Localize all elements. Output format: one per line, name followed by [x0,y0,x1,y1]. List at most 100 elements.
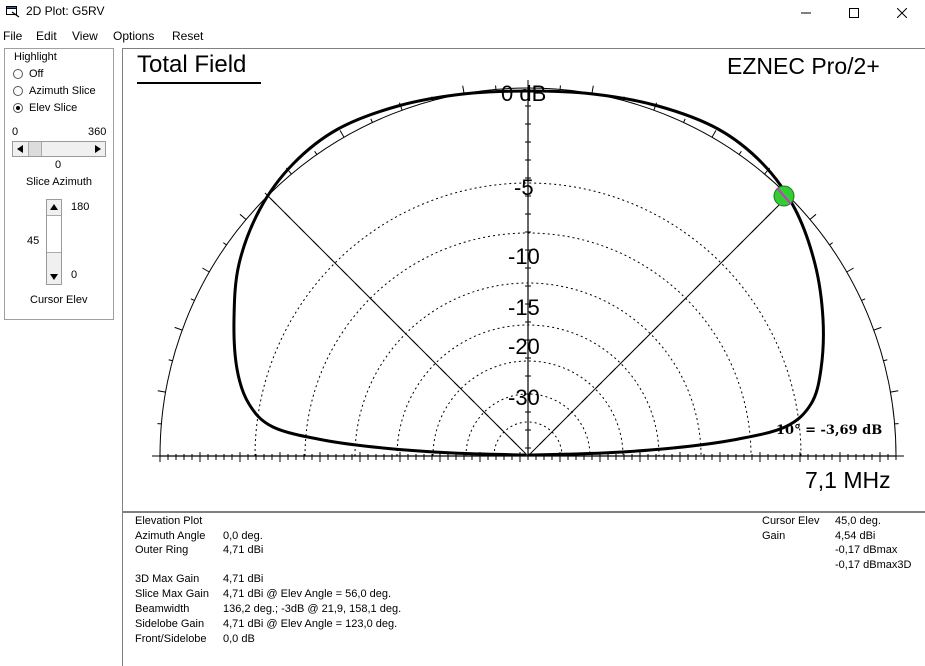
radio-azimuth-label: Azimuth Slice [29,85,96,97]
spoke-tick [397,325,404,332]
spoke-tick [298,226,305,233]
spoke-tick [383,311,390,318]
spoke-tick [581,396,588,403]
info-value-front-sidelobe: 0,0 dB [223,633,255,645]
slice-azimuth-min: 0 [12,126,19,138]
spoke-tick [510,438,518,446]
arrow-up-icon [50,204,58,210]
slice-azimuth-scrollbar[interactable] [12,141,106,157]
outer-tick [883,359,888,362]
outer-tick [711,130,717,138]
spoke-tick [468,396,475,403]
info-label-outer-ring: Outer Ring [135,544,189,556]
radio-off[interactable]: Off [13,67,43,81]
plot-spoke [527,195,789,457]
spoke-tick [609,367,617,375]
outer-tick [222,242,227,246]
spoke-tick [567,410,574,417]
radio-azimuth-circle[interactable] [13,86,23,96]
spoke-tick [369,297,376,304]
outer-tick [239,213,247,220]
spoke-tick [666,311,673,318]
spoke-tick [623,353,631,361]
spoke-tick [312,240,320,248]
spoke-tick [722,254,730,262]
cursor-elev-bottom: 0 [71,269,78,281]
info-value-outer-ring: 4,71 dBi [223,544,264,556]
outer-tick [190,298,195,301]
plot-area: Total Field EZNEC Pro/2+ 0 dB -5 -10 -15… [122,48,925,666]
spoke-tick [765,212,772,219]
radio-elev-label: Elev Slice [29,102,78,114]
close-icon [897,8,907,18]
info-value-azimuth-angle: 0,0 deg. [223,530,263,542]
info-label-sidelobe-gain: Sidelobe Gain [135,618,205,630]
cursor-elev-label: Cursor Elev [30,294,88,306]
ring-label-10: -10 [508,244,540,269]
radio-elev-slice[interactable]: Elev Slice [13,101,77,115]
scroll-left-button[interactable] [13,142,27,156]
info-label-cursor-elev: Cursor Elev [762,515,820,527]
menu-reset[interactable]: Reset [172,29,203,43]
menu-options[interactable]: Options [113,29,154,43]
ring-label-30: -30 [508,385,540,410]
close-button[interactable] [879,0,925,26]
spoke-tick [482,410,489,417]
menu-file[interactable]: File [3,29,22,43]
highlight-legend: Highlight [13,51,58,63]
frequency-label: 7,1 MHz [805,467,891,493]
spoke-tick [553,424,560,431]
spoke-tick [637,339,645,347]
spoke-tick [736,240,744,248]
info-value-gain: 4,54 dBi [835,530,876,542]
spoke-tick [595,382,602,389]
cursor-elev-thumb[interactable] [47,215,61,253]
outer-tick [339,130,345,138]
minimize-icon [801,12,811,14]
spoke-tick [751,226,758,233]
info-value-cursor-elev: 45,0 deg. [835,515,881,527]
spoke-tick [454,382,461,389]
minimize-button[interactable] [783,0,829,26]
polar-plot[interactable] [123,49,925,511]
outer-tick [738,150,742,155]
arrow-left-icon [17,145,23,153]
cursor-elev-top: 180 [71,201,90,213]
slice-azimuth-label: Slice Azimuth [26,176,93,188]
scroll-up-button[interactable] [47,200,61,214]
scroll-down-button[interactable] [47,270,61,284]
spoke-tick [270,198,277,205]
info-value-beamwidth: 136,2 deg.; -3dB @ 21,9, 158,1 deg. [223,603,402,615]
outer-tick [873,326,882,331]
slice-azimuth-thumb[interactable] [28,142,42,156]
outer-tick [829,242,834,246]
brand-label: EZNEC Pro/2+ [727,53,880,79]
radio-off-label: Off [29,68,44,80]
info-label-3d-max-gain: 3D Max Gain [135,573,200,585]
info-value-dbmax: -0,17 dBmax [835,544,898,556]
radio-elev-circle[interactable] [13,103,23,113]
menu-edit[interactable]: Edit [36,29,57,43]
outer-tick [861,298,866,301]
cursor-elev-scrollbar[interactable] [46,199,62,285]
scroll-right-button[interactable] [91,142,105,156]
spoke-tick [652,325,659,332]
ring-label-5: -5 [514,175,534,200]
ring-label-20: -20 [508,334,540,359]
title-bar: 2D Plot: G5RV [0,0,925,26]
ring-label-0db: 0 dB [501,81,547,106]
spoke-tick [355,283,362,290]
menu-view[interactable]: View [72,29,98,43]
spoke-tick [680,297,687,304]
spoke-tick [425,353,433,361]
plot-title: Total Field [137,51,247,78]
radio-azimuth-slice[interactable]: Azimuth Slice [13,84,96,98]
radio-off-circle[interactable] [13,69,23,79]
outer-tick [683,118,686,123]
plot-cursor [773,185,795,207]
maximize-button[interactable] [831,0,877,26]
slice-azimuth-value: 0 [55,159,62,171]
spoke-tick [411,339,419,347]
outer-tick [168,359,173,362]
outer-tick [314,150,318,155]
